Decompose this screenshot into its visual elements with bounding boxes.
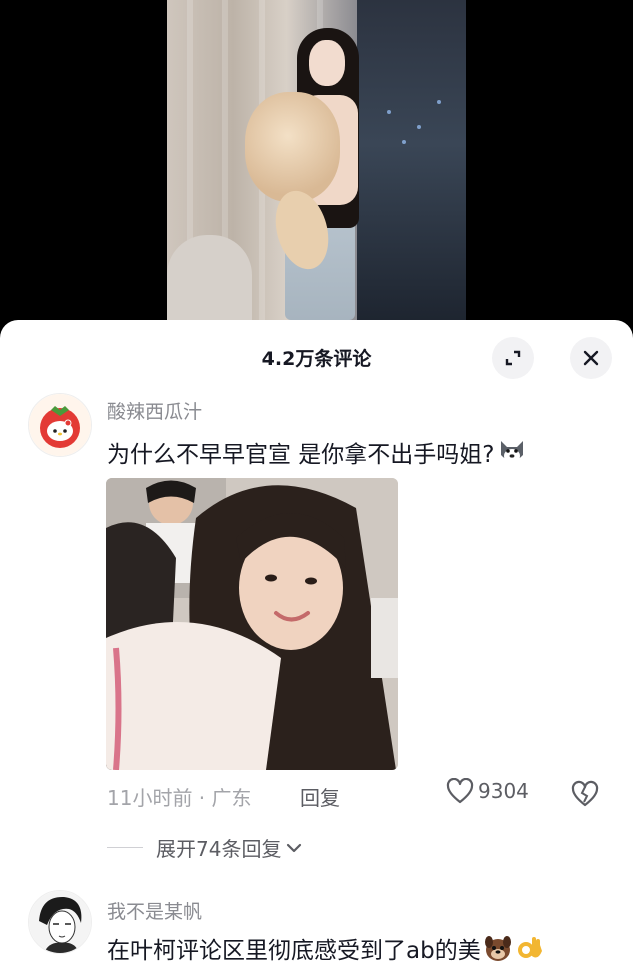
comment-image[interactable]: [106, 478, 398, 770]
dog-face-emoji-icon: [484, 936, 511, 961]
comment-photo-illustration: [106, 478, 398, 770]
sketch-portrait-avatar: [29, 891, 91, 953]
comment-count-title: 4.2万条评论: [261, 348, 372, 370]
comment-text-body: 在叶柯评论区里彻底感受到了ab的美: [107, 938, 481, 964]
heart-icon: [446, 778, 474, 804]
comment-username[interactable]: 我不是某帆: [107, 897, 202, 924]
chevron-down-icon: [287, 843, 302, 852]
reply-button[interactable]: 回复: [300, 782, 340, 811]
expand-button[interactable]: [492, 337, 534, 379]
comment-sheet: 4.2万条评论 酸辣西瓜汁 为什么不早早官宣 是你拿不出手吗姐? 11小时前 ·…: [0, 320, 633, 966]
tomato-kitty-avatar: [29, 394, 91, 456]
comment-text-body: 为什么不早早官宣 是你拿不出手吗姐?: [107, 442, 495, 468]
expand-icon: [505, 350, 521, 366]
cat: [245, 92, 340, 202]
sheet-header: 4.2万条评论: [0, 320, 633, 392]
comment-username[interactable]: 酸辣西瓜汁: [107, 397, 202, 424]
broken-heart-icon: [571, 780, 599, 807]
comment-text: 为什么不早早官宣 是你拿不出手吗姐?: [107, 435, 527, 469]
video-frame: [167, 0, 466, 320]
expand-replies-button[interactable]: 展开74条回复: [107, 833, 303, 862]
avatar[interactable]: [28, 890, 92, 954]
ok-hand-emoji-icon: [517, 937, 542, 958]
person: [309, 40, 345, 86]
like-count: 9304: [478, 779, 529, 803]
city-window: [357, 0, 466, 320]
dislike-button[interactable]: [570, 780, 600, 812]
husky-emoji-icon: [500, 441, 523, 463]
like-button[interactable]: 9304: [446, 778, 529, 804]
divider-line: [107, 847, 143, 848]
avatar[interactable]: [28, 393, 92, 457]
comment-text: 在叶柯评论区里彻底感受到了ab的美: [107, 931, 545, 965]
expand-replies-label: 展开74条回复: [156, 837, 282, 861]
close-icon: [583, 350, 599, 366]
comment-meta: 11小时前 · 广东: [107, 786, 252, 810]
close-button[interactable]: [570, 337, 612, 379]
video-player[interactable]: [0, 0, 633, 330]
chair: [167, 235, 252, 320]
